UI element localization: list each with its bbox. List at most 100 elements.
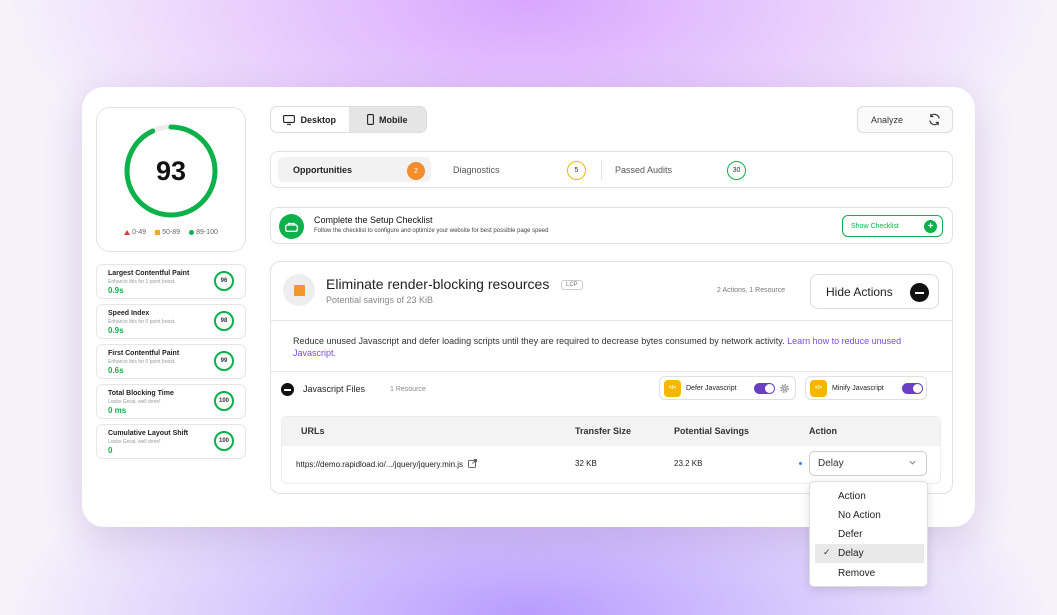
show-checklist-label: Show Checklist <box>851 222 899 230</box>
audit-panel: Eliminate render-blocking resources LCP … <box>270 261 953 494</box>
column-header: Transfer Size <box>575 426 632 436</box>
action-dropdown-menu: Action No Action Defer ✓ Delay Remove <box>809 481 928 587</box>
main-card: 93 0-49 50-89 89-100 Largest Contentful … <box>82 87 975 527</box>
desktop-label: Desktop <box>300 114 336 125</box>
metric-title: Total Blocking Time <box>108 390 174 397</box>
audit-savings: Potential savings of 23 KiB <box>326 295 434 305</box>
menu-item-label: Remove <box>838 568 876 579</box>
divider <box>271 371 952 372</box>
url-cell[interactable]: https://demo.rapidload.io/.../jquery/jqu… <box>296 459 478 469</box>
status-dot <box>799 462 802 465</box>
metric-subtitle: Enhance this for 1 point boost. <box>108 279 176 285</box>
action-select[interactable]: Delay <box>809 451 927 476</box>
menu-item-label: Delay <box>838 548 864 559</box>
column-header: URLs <box>301 426 325 436</box>
audit-meta: 2 Actions, 1 Resource <box>717 287 786 294</box>
menu-item-label: No Action <box>838 510 881 521</box>
mobile-icon <box>367 114 374 125</box>
metric-subtitle: Looks Great, well done! <box>108 399 161 405</box>
setup-subtitle: Follow the checklist to configure and op… <box>314 228 549 234</box>
menu-item-label: Action <box>838 491 866 502</box>
analyze-button[interactable]: Analyze <box>857 106 953 133</box>
metric-value: 0 ms <box>108 406 127 415</box>
metric-subtitle: Enhance this for 0 point boost. <box>108 319 176 325</box>
metric-speed-index: Speed Index Enhance this for 0 point boo… <box>96 304 246 339</box>
mobile-label: Mobile <box>379 114 408 125</box>
minify-javascript-toggle[interactable] <box>902 383 923 394</box>
code-icon: </> <box>810 379 827 397</box>
triangle-icon <box>124 230 131 235</box>
menu-item-label: Defer <box>838 529 863 540</box>
metric-value: 0.9s <box>108 286 124 295</box>
tab-diagnostics[interactable]: Diagnostics <box>453 157 500 182</box>
metric-score-ring: 96 <box>214 271 234 291</box>
collapse-icon[interactable] <box>281 383 294 396</box>
section-title: Javascript Files <box>303 384 366 394</box>
description-text: Reduce unused Javascript and defer loadi… <box>293 336 788 346</box>
circle-icon <box>189 230 195 235</box>
tab-passed-audits[interactable]: Passed Audits <box>615 157 672 182</box>
menu-item-delay[interactable]: ✓ Delay <box>815 544 924 563</box>
metric-title: Speed Index <box>108 310 150 317</box>
opportunities-count-badge: 2 <box>407 162 425 180</box>
resources-table: URLs Transfer Size Potential Savings Act… <box>281 416 941 484</box>
metric-score-ring: 99 <box>214 351 234 371</box>
minus-icon <box>910 283 929 302</box>
defer-javascript-option: </> Defer Javascript <box>659 376 796 400</box>
savings-cell: 23.2 KB <box>674 459 703 468</box>
audit-description: Reduce unused Javascript and defer loadi… <box>293 335 933 359</box>
defer-javascript-toggle[interactable] <box>754 383 775 394</box>
score-legend: 0-49 50-89 89-100 <box>97 229 245 236</box>
option-label: Defer Javascript <box>686 384 737 392</box>
table-header: URLs Transfer Size Potential Savings Act… <box>282 417 940 446</box>
tab-label: Opportunities <box>293 164 352 175</box>
audit-status-icon <box>283 274 315 306</box>
metric-value: 0 <box>108 446 113 455</box>
tab-label: Diagnostics <box>453 164 500 175</box>
device-toggle: Desktop Mobile <box>270 106 427 133</box>
metric-score-ring: 100 <box>214 391 234 411</box>
option-label: Minify Javascript <box>832 384 884 392</box>
check-icon: ✓ <box>823 547 831 557</box>
checklist-icon <box>279 214 304 239</box>
metric-title: Largest Contentful Paint <box>108 270 190 277</box>
plus-icon: + <box>924 220 937 233</box>
desktop-tab[interactable]: Desktop <box>271 107 349 132</box>
external-link-icon[interactable] <box>468 459 478 468</box>
refresh-icon <box>929 113 940 126</box>
minify-javascript-option: </> Minify Javascript <box>805 376 927 400</box>
section-count: 1 Resource <box>390 386 426 393</box>
hide-actions-label: Hide Actions <box>826 284 893 299</box>
metric-lcp: Largest Contentful Paint Enhance this fo… <box>96 264 246 299</box>
metric-fcp: First Contentful Paint Enhance this for … <box>96 344 246 379</box>
action-select-value: Delay <box>818 458 844 469</box>
tab-label: Passed Audits <box>615 164 673 175</box>
menu-item-remove[interactable]: Remove <box>815 564 924 583</box>
menu-item-action[interactable]: Action <box>815 487 924 506</box>
hide-actions-button[interactable]: Hide Actions <box>810 274 939 309</box>
transfer-size-cell: 32 KB <box>575 459 597 468</box>
lcp-tag: LCP <box>561 280 583 290</box>
score-value: 93 <box>155 156 187 186</box>
metric-cls: Cumulative Layout Shift Looks Great, wel… <box>96 424 246 459</box>
square-icon <box>155 230 161 235</box>
metric-score-ring: 100 <box>214 431 234 451</box>
mobile-tab[interactable]: Mobile <box>348 107 426 132</box>
audit-tabs: Opportunities 2 Diagnostics 5 Passed Aud… <box>270 151 953 188</box>
analyze-label: Analyze <box>871 114 904 125</box>
legend-fail: 0-49 <box>124 229 146 236</box>
show-checklist-button[interactable]: Show Checklist + <box>842 215 943 237</box>
metric-title: First Contentful Paint <box>108 350 180 357</box>
setup-title: Complete the Setup Checklist <box>314 215 433 225</box>
metric-score-ring: 98 <box>214 311 234 331</box>
gear-icon[interactable] <box>779 383 790 394</box>
menu-item-defer[interactable]: Defer <box>815 525 924 544</box>
menu-item-no-action[interactable]: No Action <box>815 506 924 525</box>
metric-value: 0.9s <box>108 326 124 335</box>
passed-audits-count-badge: 30 <box>727 161 746 180</box>
metric-tbt: Total Blocking Time Looks Great, well do… <box>96 384 246 419</box>
diagnostics-count-badge: 5 <box>567 161 586 180</box>
column-header: Action <box>809 426 837 436</box>
metric-subtitle: Enhance this for 0 point boost. <box>108 359 176 365</box>
tab-divider <box>601 160 602 180</box>
